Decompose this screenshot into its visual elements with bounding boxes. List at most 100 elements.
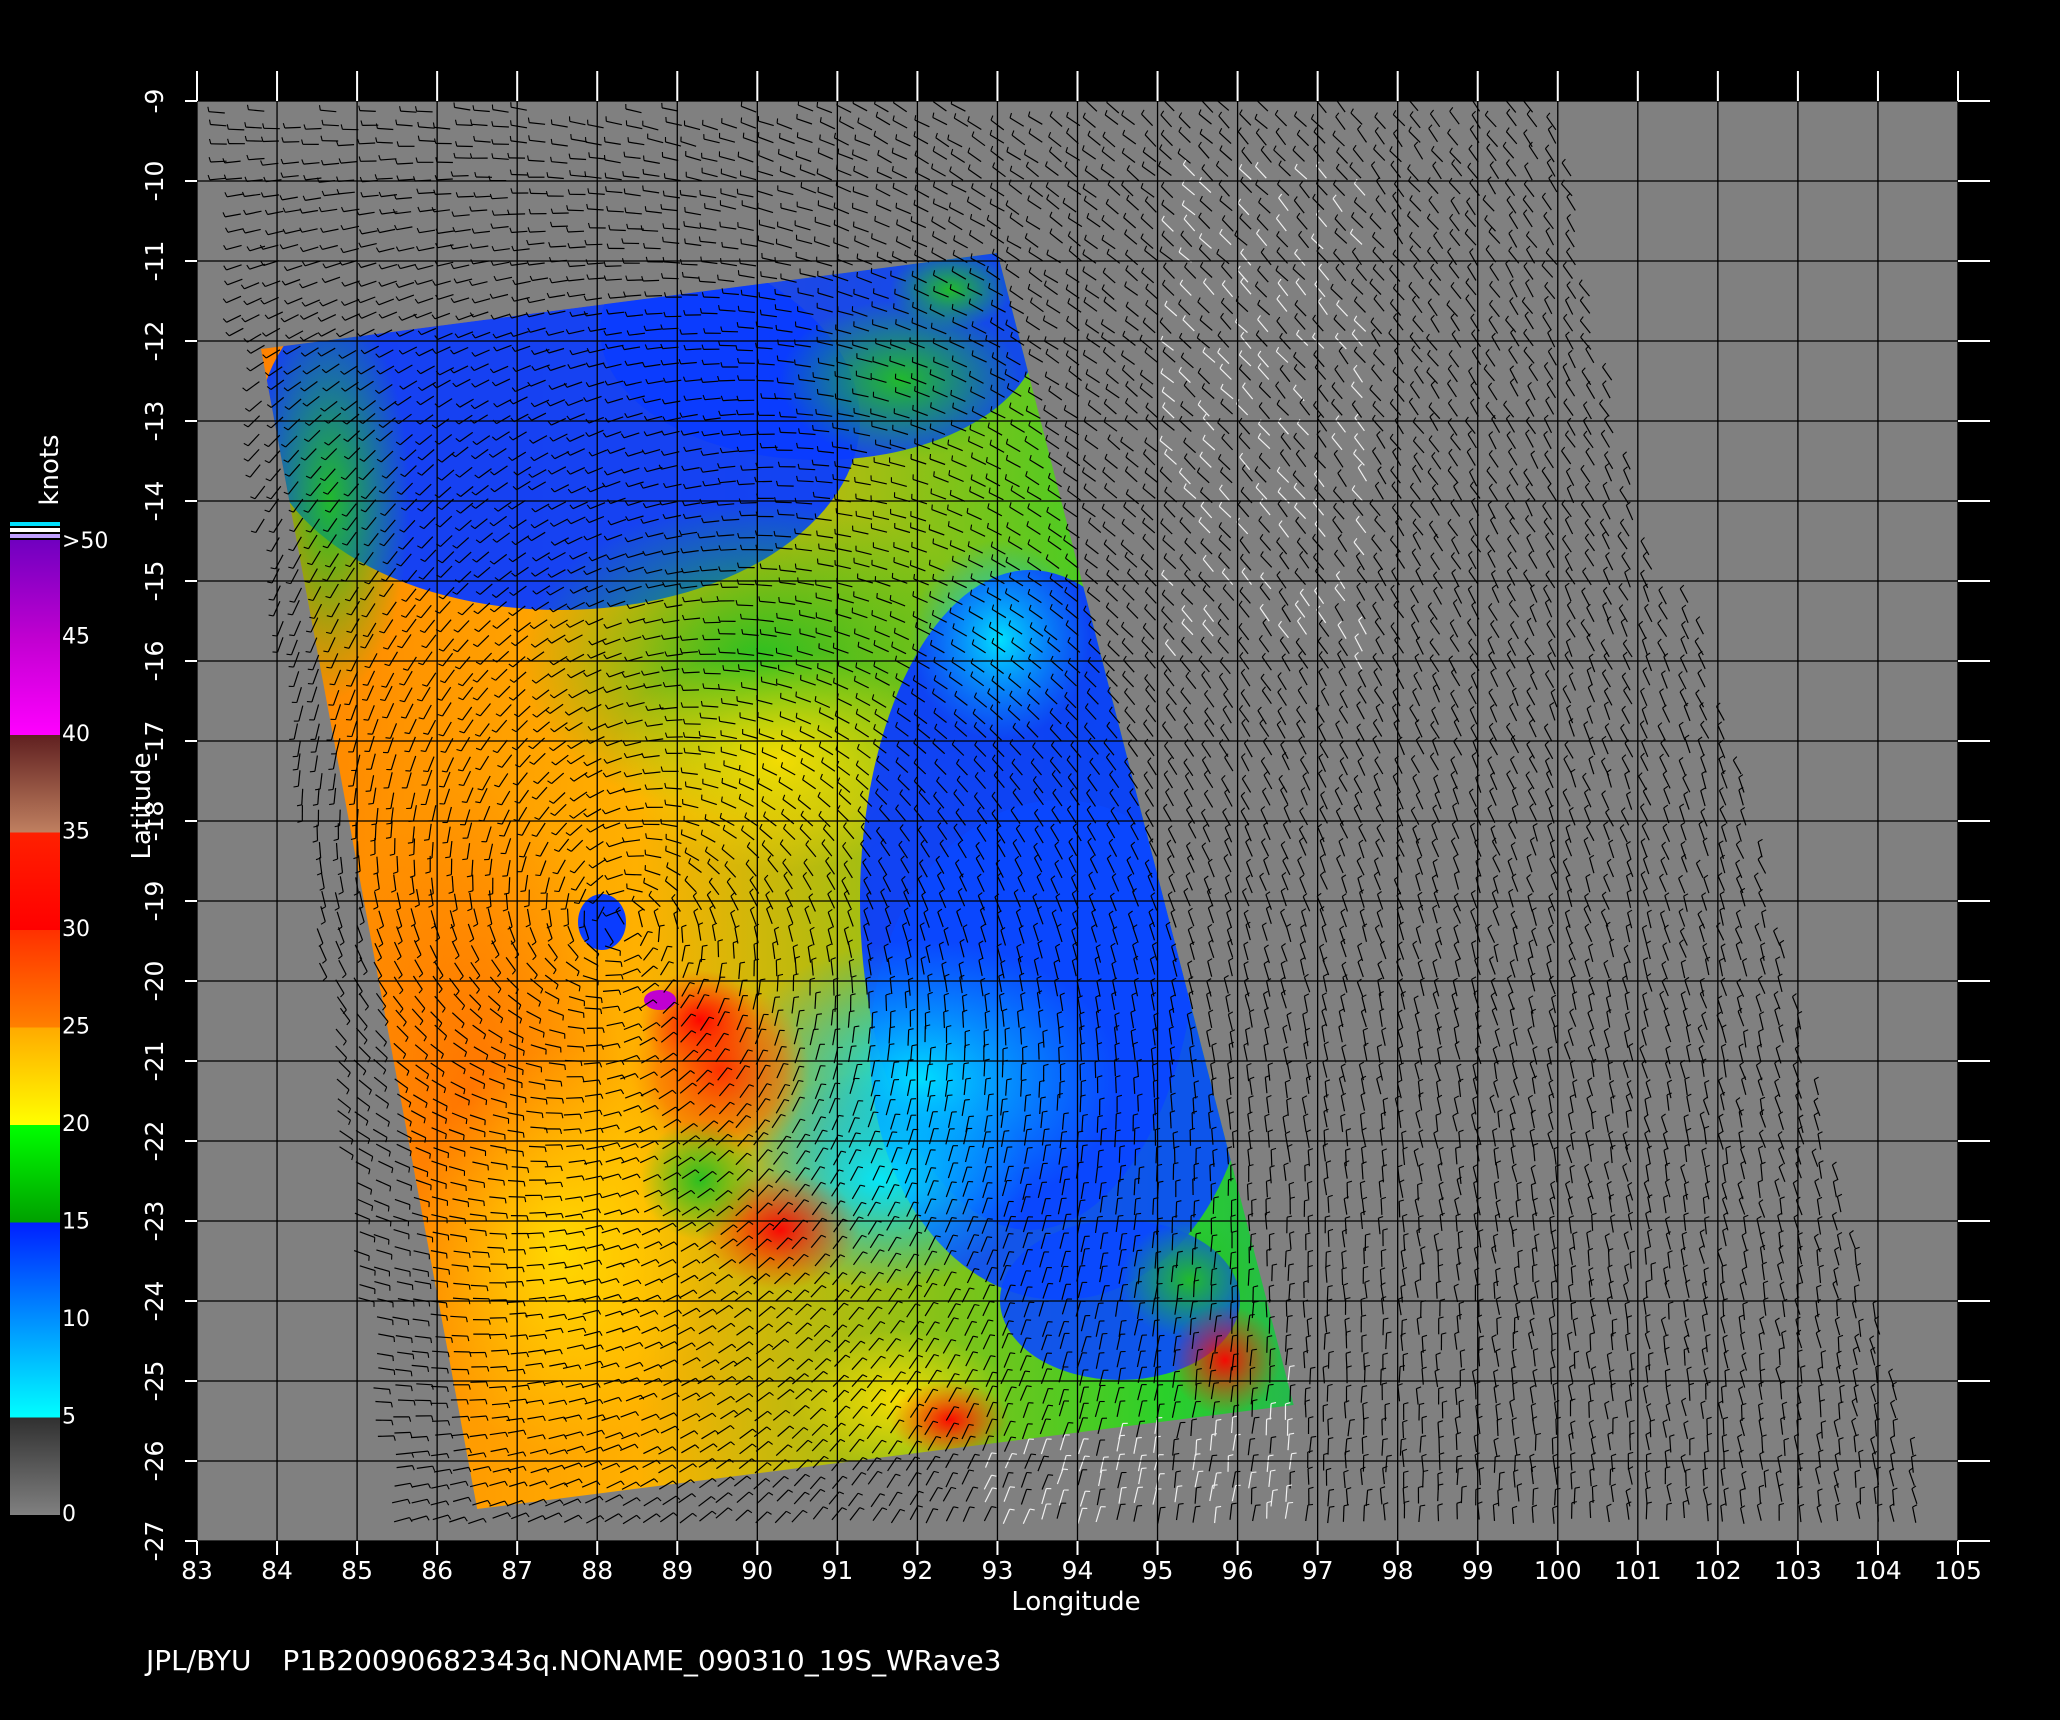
wind-barb-flag [588,152,591,158]
wind-barb-flag [929,423,932,429]
wind-barb-flag [644,206,647,212]
wind-barb-flag [758,150,760,156]
wind-barb-flag [774,289,776,295]
wind-barb [567,209,584,212]
wind-barb [704,621,721,624]
wind-barb-flag [740,117,743,123]
wind-barb [738,413,755,416]
wind-barb [703,687,720,690]
wind-barb [607,210,624,213]
wind-barb-flag [1408,94,1411,98]
wind-barb-flag [797,374,800,380]
wind-barb-flag [699,190,701,196]
wind-barb-flag [509,135,512,141]
wind-barb-flag [912,591,915,597]
wind-barb-flag [510,120,512,126]
wind-barb-flag [800,182,803,188]
wind-barb-flag [663,173,666,179]
wind-barb-flag [623,151,626,157]
wind-map-figure: -9-10-11-12-13-14-15-16-17-18-19-20-21-2… [10,71,1990,1617]
wind-barb [780,416,797,418]
wind-barb [683,671,700,674]
wind-barb-flag [740,238,742,244]
wind-barb [681,263,698,266]
wind-barb-flag [856,253,859,259]
wind-barb-flag [307,668,313,671]
wind-barb-flag [737,305,740,311]
wind-barb-flag [947,521,950,527]
wind-barb [775,501,792,504]
wind-barb-flag [719,221,721,227]
wind-barb-flag [305,651,311,653]
wind-barb [567,230,585,233]
wind-barb [646,295,663,297]
wind-barb-flag [286,653,292,656]
wind-barb [359,142,376,145]
wind-barb-flag [799,164,802,170]
wind-barb-flag [889,611,892,617]
wind-barb [737,604,754,607]
wind-barb [740,502,757,504]
wind-barb-flag [951,303,954,309]
wind-barb-flag [794,543,797,549]
wind-barb [778,513,795,516]
wind-barb-flag [833,202,836,208]
wind-barb-flag [894,288,896,294]
wind-barb-flag [854,134,857,140]
wind-barb-flag [776,118,779,124]
wind-barb [609,229,626,232]
wind-barb-flag [684,238,686,244]
wind-barb-flag [1085,96,1087,100]
wind-barb-flag [794,339,796,345]
wind-barb-flag [932,538,935,544]
wind-barb-flag [816,530,818,536]
wind-barb-flag [550,138,553,144]
wind-barb-flag [815,409,817,415]
wind-barb-flag [1506,96,1509,100]
wind-barb [586,243,603,246]
wind-barb [780,431,797,434]
wind-barb [757,466,774,469]
wind-barb-flag [346,684,352,687]
wind-barb-flag [817,147,820,153]
wind-barb [736,349,754,352]
wind-barb-flag [913,573,916,579]
wind-barb-flag [326,666,332,669]
wind-barb-flag [778,132,781,139]
wind-barb-flag [1471,94,1474,98]
wind-barb-flag [931,504,933,510]
wind-barb-flag [876,592,878,599]
wind-barb-flag [779,166,782,172]
wind-barb [703,363,720,366]
wind-barb-flag [871,233,873,239]
wind-barb-flag [742,132,745,138]
wind-barb-flag [816,388,819,395]
wind-barb-flag [831,441,834,447]
wind-barb-flag [833,219,836,225]
wind-barb-flag [603,136,606,142]
wind-barb-flag [857,641,860,647]
wind-barb-flag [679,189,682,195]
wind-barb-flag [928,559,931,565]
wind-barb [456,124,473,126]
wind-barb-flag [453,102,456,108]
wind-barb [376,141,393,144]
wind-barb-flag [627,137,630,143]
wind-barb-flag [814,513,817,519]
wind-barb-flag [856,271,858,278]
wind-barb [457,195,474,198]
wind-barb-flag [947,439,950,445]
wind-barb-flag [816,674,818,680]
wind-barb-flag [1336,95,1339,99]
wind-barb-flag [737,270,740,276]
wind-barb [643,279,660,282]
wind-barb-flag [1217,96,1219,101]
wind-barb-flag [344,703,350,706]
wind-barb [682,689,700,691]
wind-barb-flag [1256,96,1259,100]
wind-barb [644,247,661,250]
wind-barb [719,651,736,654]
wind-barb [493,213,510,216]
wind-barb [719,379,736,382]
wind-barb-flag [776,355,779,361]
